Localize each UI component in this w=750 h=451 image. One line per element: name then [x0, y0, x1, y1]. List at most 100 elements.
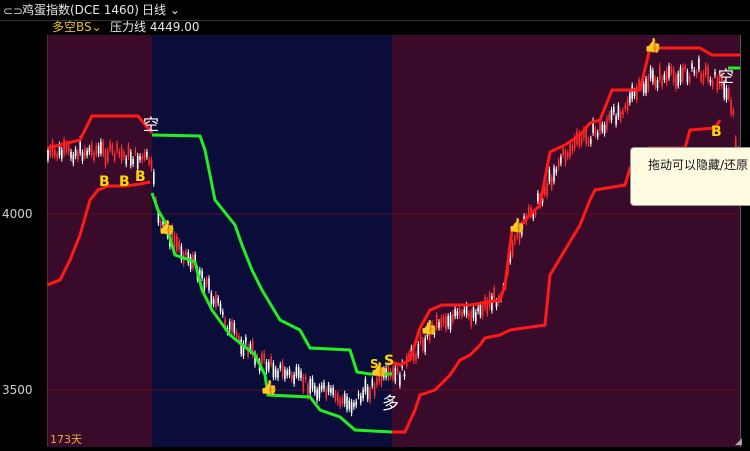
candle-body: [642, 83, 645, 94]
candle-body: [332, 387, 334, 395]
candle-body: [560, 156, 562, 164]
scroll-up-icon[interactable]: ◢: [735, 437, 742, 447]
thumbs-up-icon: 👍: [508, 217, 525, 234]
candle-body: [228, 321, 231, 330]
candle-body: [470, 311, 472, 327]
candle-body: [201, 271, 203, 278]
candle-body: [562, 148, 564, 156]
candle-body: [475, 312, 477, 322]
candle-body: [606, 118, 608, 130]
candle-body: [300, 371, 302, 379]
candle-body: [663, 74, 666, 80]
candle-body: [339, 398, 341, 407]
candle-body: [337, 393, 339, 403]
candle-body: [396, 368, 399, 373]
candle-body: [130, 152, 132, 166]
candle-body: [141, 156, 144, 161]
candle-body: [698, 58, 700, 70]
candle-body: [212, 299, 215, 305]
candle-body: [665, 69, 668, 83]
tooltip-panel[interactable]: 拖动可以隐藏/还原: [630, 147, 750, 206]
candle-body: [546, 183, 548, 196]
pressure-label: 压力线: [110, 20, 147, 34]
candle-body: [442, 316, 445, 324]
candle-body: [279, 364, 282, 369]
candle-body: [81, 152, 84, 162]
candle-body: [619, 111, 622, 121]
candle-body: [293, 374, 295, 384]
candle-body: [603, 124, 606, 134]
candle-body: [136, 155, 139, 169]
candle-body: [376, 377, 378, 386]
candle-body: [304, 376, 307, 380]
candle-body: [463, 309, 466, 314]
candle-body: [334, 393, 337, 400]
period-label: 日线: [142, 3, 167, 17]
candle-body: [364, 379, 367, 392]
candle-body: [240, 339, 242, 354]
candle-body: [231, 320, 233, 333]
candle-body: [707, 66, 709, 82]
candle-body: [399, 374, 401, 386]
candle-body: [555, 169, 558, 173]
signal-b: B: [119, 174, 130, 190]
candle-body: [309, 379, 311, 394]
candle-body: [732, 110, 735, 115]
candle-body: [452, 313, 454, 322]
candle-body: [709, 79, 712, 83]
candle-body: [553, 167, 555, 182]
candle-body: [265, 361, 268, 372]
signal-duo: 多: [382, 394, 399, 414]
candle-body: [284, 369, 286, 379]
chart-area[interactable]: B B B 空 S S 多 空 B 👍 👍 👍 👍 👍 👍: [46, 35, 740, 447]
candle-body: [61, 149, 63, 159]
candle-body: [97, 145, 100, 155]
candle-body: [601, 124, 604, 131]
candle-body: [346, 396, 348, 410]
candle-body: [274, 368, 277, 378]
candle-body: [272, 363, 275, 378]
period-selector[interactable]: 日线 ⌄: [142, 0, 180, 20]
candle-body: [67, 144, 70, 153]
candle-body: [645, 78, 647, 94]
candle-body: [714, 71, 716, 76]
candle-body: [54, 149, 56, 157]
candle-body: [125, 158, 127, 165]
candle-body: [371, 379, 374, 386]
candle-body: [479, 304, 482, 316]
candle-body: [217, 298, 219, 304]
candle-body: [557, 160, 560, 168]
candle-body: [189, 256, 192, 270]
candle-body: [123, 152, 125, 158]
candle-body: [613, 106, 615, 113]
candle-body: [725, 87, 728, 100]
candle-body: [215, 293, 217, 308]
candle-body: [148, 159, 150, 164]
candle-body: [403, 373, 406, 377]
candle-body: [95, 146, 98, 155]
candle-body: [691, 63, 693, 69]
candle-body: [569, 143, 571, 157]
candle-body: [445, 316, 447, 330]
candle-body: [93, 153, 95, 160]
bull-zone: [392, 35, 740, 447]
candle-body: [491, 295, 493, 311]
split-window-icon[interactable]: ⊂⊃: [3, 1, 23, 21]
candle-body: [596, 132, 599, 137]
candle-body: [203, 280, 206, 290]
candle-body: [127, 145, 130, 157]
candle-body: [113, 153, 116, 161]
candle-body: [77, 151, 79, 160]
candle-body: [617, 105, 620, 118]
candle-body: [677, 73, 679, 86]
candle-body: [594, 128, 597, 136]
indicator-selector[interactable]: 多空BS⌄: [52, 20, 102, 35]
candle-body: [527, 207, 530, 213]
candle-body: [654, 77, 656, 87]
signal-b: B: [135, 169, 146, 185]
candle-body: [394, 368, 397, 382]
candle-body: [118, 151, 121, 156]
instrument-title[interactable]: 鸡蛋指数(DCE 1460): [22, 0, 139, 20]
candle-body: [730, 100, 732, 114]
candle-body: [185, 251, 187, 256]
